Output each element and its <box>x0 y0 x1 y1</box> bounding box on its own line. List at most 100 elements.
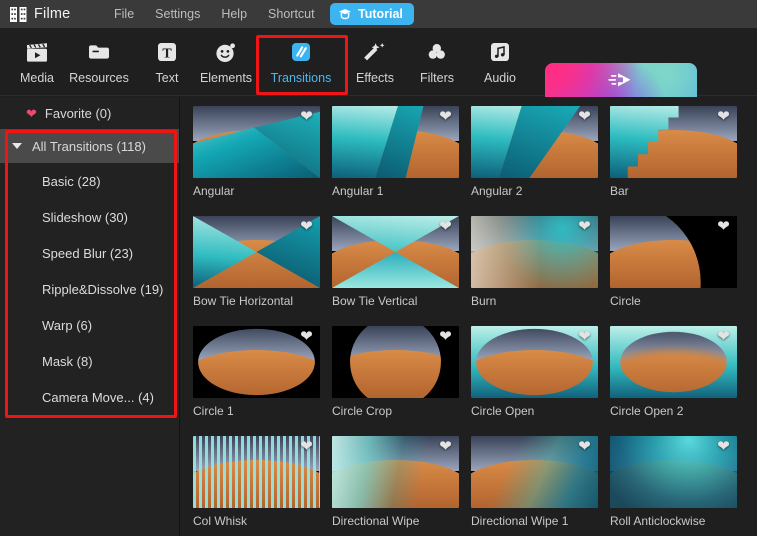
sidebar-item-basic[interactable]: Basic (28) <box>0 163 179 199</box>
sidebar-item-favorite[interactable]: ❤ Favorite (0) <box>0 97 179 129</box>
transition-label: Roll Anticlockwise <box>610 514 706 528</box>
transition-label: Circle Open <box>471 404 535 418</box>
transition-thumbnail[interactable]: ❤ <box>193 326 320 398</box>
menu-item-help[interactable]: Help <box>221 7 247 21</box>
transitions-grid[interactable]: ❤ Angular ❤ Angular 1 ❤ Angular 2 ❤ Bar … <box>181 97 757 536</box>
color-circles-icon <box>425 37 449 67</box>
transition-thumbnail[interactable]: ❤ <box>332 106 459 178</box>
tab-transitions-label: Transitions <box>270 71 332 85</box>
filme-app-window: Filme File Settings Help Shortcut Tutori… <box>0 0 757 536</box>
transition-thumbnail[interactable]: ❤ <box>193 216 320 288</box>
favorite-heart-icon[interactable]: ❤ <box>716 219 731 234</box>
favorite-heart-icon[interactable]: ❤ <box>299 329 314 344</box>
transition-card[interactable]: ❤ Bow Tie Horizontal <box>193 216 320 308</box>
sidebar-item-mask-label: Mask (8) <box>42 353 93 369</box>
sidebar-item-all-transitions[interactable]: All Transitions (118) <box>0 129 179 163</box>
favorite-heart-icon[interactable]: ❤ <box>716 329 731 344</box>
transition-thumbnail[interactable]: ❤ <box>193 436 320 508</box>
tab-effects-label: Effects <box>356 71 394 85</box>
smiley-icon <box>214 37 238 67</box>
transition-label: Angular 2 <box>471 184 523 198</box>
tab-elements[interactable]: Elements <box>189 34 263 90</box>
sidebar-item-warp-label: Warp (6) <box>42 317 93 333</box>
transition-card[interactable]: ❤ Burn <box>471 216 598 308</box>
transition-label: Directional Wipe 1 <box>471 514 569 528</box>
transition-card[interactable]: ❤ Angular 2 <box>471 106 598 198</box>
transition-thumbnail[interactable]: ❤ <box>471 436 598 508</box>
transition-card[interactable]: ❤ Col Whisk <box>193 436 320 528</box>
favorite-heart-icon[interactable]: ❤ <box>299 439 314 454</box>
transition-card[interactable]: ❤ Circle 1 <box>193 326 320 418</box>
transition-card[interactable]: ❤ Circle Open <box>471 326 598 418</box>
caret-down-icon[interactable] <box>12 143 22 149</box>
sidebar-item-speed-blur[interactable]: Speed Blur (23) <box>0 235 179 271</box>
transition-thumbnail[interactable]: ❤ <box>332 326 459 398</box>
transition-card[interactable]: ❤ Angular <box>193 106 320 198</box>
sidebar-item-warp[interactable]: Warp (6) <box>0 307 179 343</box>
sidebar-item-all-transitions-label: All Transitions (118) <box>32 138 146 154</box>
favorite-heart-icon[interactable]: ❤ <box>716 439 731 454</box>
menu-item-shortcut[interactable]: Shortcut <box>268 7 315 21</box>
transition-thumbnail[interactable]: ❤ <box>610 326 737 398</box>
transition-thumbnail[interactable]: ❤ <box>332 436 459 508</box>
tab-media-label: Media <box>19 71 55 85</box>
transition-thumbnail[interactable]: ❤ <box>193 106 320 178</box>
tab-resources[interactable]: Resources <box>62 34 136 90</box>
svg-text:T: T <box>162 46 172 61</box>
transition-label: Circle <box>610 294 641 308</box>
transition-label: Circle Open 2 <box>610 404 684 418</box>
sidebar-item-slideshow[interactable]: Slideshow (30) <box>0 199 179 235</box>
tutorial-button[interactable]: Tutorial <box>330 3 414 25</box>
transition-thumbnail[interactable]: ❤ <box>610 216 737 288</box>
menu-item-file[interactable]: File <box>114 7 134 21</box>
transition-thumbnail[interactable]: ❤ <box>471 326 598 398</box>
favorite-heart-icon[interactable]: ❤ <box>299 109 314 124</box>
tab-audio[interactable]: Audio <box>463 34 537 90</box>
menu-item-settings[interactable]: Settings <box>155 7 200 21</box>
tab-text-label: Text <box>155 71 179 85</box>
transition-card[interactable]: ❤ Bar <box>610 106 737 198</box>
transition-card[interactable]: ❤ Circle <box>610 216 737 308</box>
favorite-heart-icon[interactable]: ❤ <box>577 439 592 454</box>
fast-forward-icon <box>607 70 635 95</box>
sidebar-item-basic-label: Basic (28) <box>42 173 101 189</box>
favorite-heart-icon[interactable]: ❤ <box>577 329 592 344</box>
heart-icon: ❤ <box>26 105 37 121</box>
sidebar-item-mask[interactable]: Mask (8) <box>0 343 179 379</box>
transition-label: Col Whisk <box>193 514 248 528</box>
transition-card[interactable]: ❤ Angular 1 <box>332 106 459 198</box>
transition-card[interactable]: ❤ Circle Crop <box>332 326 459 418</box>
transition-label: Bar <box>610 184 629 198</box>
sidebar-item-ripple-dissolve[interactable]: Ripple&Dissolve (19) <box>0 271 179 307</box>
transition-thumbnail[interactable]: ❤ <box>610 436 737 508</box>
transition-label: Bow Tie Horizontal <box>193 294 294 308</box>
tab-audio-label: Audio <box>484 71 516 85</box>
transition-label: Directional Wipe <box>332 514 420 528</box>
favorite-heart-icon[interactable]: ❤ <box>438 219 453 234</box>
favorite-heart-icon[interactable]: ❤ <box>438 329 453 344</box>
favorite-heart-icon[interactable]: ❤ <box>438 109 453 124</box>
favorite-heart-icon[interactable]: ❤ <box>577 219 592 234</box>
menu-bar: File Settings Help Shortcut <box>114 7 315 21</box>
transition-thumbnail[interactable]: ❤ <box>610 106 737 178</box>
transition-card[interactable]: ❤ Roll Anticlockwise <box>610 436 737 528</box>
brand: Filme <box>0 6 110 22</box>
tab-transitions[interactable]: Transitions <box>264 34 338 90</box>
favorite-heart-icon[interactable]: ❤ <box>299 219 314 234</box>
transition-card[interactable]: ❤ Circle Open 2 <box>610 326 737 418</box>
transition-card[interactable]: ❤ Directional Wipe 1 <box>471 436 598 528</box>
graduation-cap-icon <box>338 7 352 21</box>
transition-card[interactable]: ❤ Bow Tie Vertical <box>332 216 459 308</box>
transition-thumbnail[interactable]: ❤ <box>471 216 598 288</box>
favorite-heart-icon[interactable]: ❤ <box>438 439 453 454</box>
sidebar-item-camera-move[interactable]: Camera Move... (4) <box>0 379 179 415</box>
transition-label: Angular <box>193 184 235 198</box>
transition-thumbnail[interactable]: ❤ <box>471 106 598 178</box>
sidebar-item-speed-blur-label: Speed Blur (23) <box>42 245 134 261</box>
transition-card[interactable]: ❤ Directional Wipe <box>332 436 459 528</box>
transition-label: Bow Tie Vertical <box>332 294 418 308</box>
sidebar-item-slideshow-label: Slideshow (30) <box>42 209 128 225</box>
favorite-heart-icon[interactable]: ❤ <box>577 109 592 124</box>
favorite-heart-icon[interactable]: ❤ <box>716 109 731 124</box>
transition-thumbnail[interactable]: ❤ <box>332 216 459 288</box>
